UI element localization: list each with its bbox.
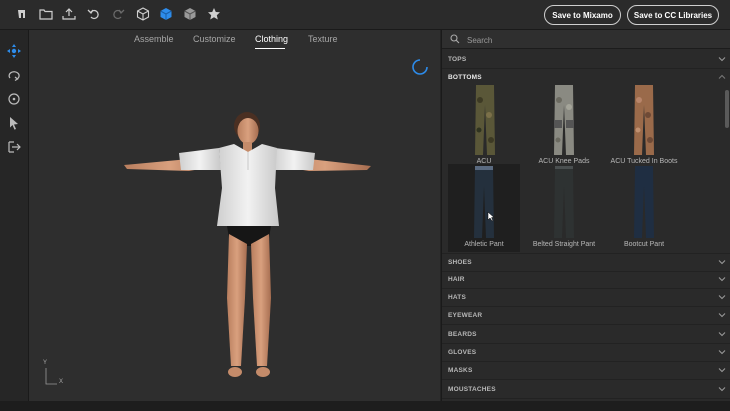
asset-panel: TOPS BOTTOMS ACU ACU Knee Pads ACU Tucke… bbox=[441, 30, 730, 401]
pants-thumbnail-icon bbox=[634, 166, 654, 238]
section-hats-label: HATS bbox=[448, 294, 467, 301]
section-masks[interactable]: MASKS bbox=[442, 362, 730, 380]
search-icon bbox=[450, 34, 460, 44]
section-tops-label: TOPS bbox=[448, 56, 467, 63]
section-beards-label: BEARDS bbox=[448, 331, 477, 338]
tab-assemble[interactable]: Assemble bbox=[134, 34, 174, 44]
redo-icon[interactable] bbox=[110, 6, 126, 22]
item-acu[interactable]: ACU bbox=[448, 81, 520, 169]
section-eyewear[interactable]: EYEWEAR bbox=[442, 307, 730, 325]
panel-scrollbar[interactable] bbox=[725, 90, 729, 128]
item-label: Athletic Pant bbox=[464, 241, 504, 248]
pants-thumbnail-icon bbox=[475, 85, 495, 155]
section-hair[interactable]: HAIR bbox=[442, 271, 730, 289]
chevron-down-icon bbox=[718, 368, 726, 373]
section-bottoms-label: BOTTOMS bbox=[448, 74, 482, 81]
pants-thumbnail-icon bbox=[634, 85, 654, 155]
section-shoes[interactable]: SHOES bbox=[442, 253, 730, 272]
pants-thumbnail-icon bbox=[554, 85, 574, 155]
pants-thumbnail-icon bbox=[474, 166, 494, 238]
tab-clothing[interactable]: Clothing bbox=[255, 34, 288, 44]
item-acu-knee-pads[interactable]: ACU Knee Pads bbox=[528, 81, 600, 169]
chevron-down-icon bbox=[718, 295, 726, 300]
select-icon[interactable] bbox=[7, 116, 21, 130]
chevron-up-icon bbox=[718, 74, 726, 79]
pants-thumbnail-icon bbox=[554, 166, 574, 238]
axis-y-label: Y bbox=[43, 360, 48, 366]
section-hats[interactable]: HATS bbox=[442, 289, 730, 307]
axis-gizmo: Y X bbox=[41, 360, 71, 388]
character-model[interactable] bbox=[119, 108, 379, 393]
section-tops[interactable]: TOPS bbox=[442, 51, 730, 69]
section-beards[interactable]: BEARDS bbox=[442, 326, 730, 344]
cube-active-icon[interactable] bbox=[158, 6, 174, 22]
search-input[interactable] bbox=[465, 33, 719, 47]
save-to-mixamo-button[interactable]: Save to Mixamo bbox=[544, 5, 621, 25]
item-label: Bootcut Pant bbox=[623, 241, 665, 248]
section-eyewear-label: EYEWEAR bbox=[448, 312, 483, 319]
status-bar bbox=[0, 401, 730, 411]
chevron-down-icon bbox=[718, 57, 726, 62]
section-masks-label: MASKS bbox=[448, 367, 473, 374]
mode-tabs: Assemble Customize Clothing Texture bbox=[29, 30, 440, 52]
orbit-icon[interactable] bbox=[7, 68, 21, 82]
loading-spinner-icon bbox=[412, 59, 428, 75]
active-tab-underline bbox=[255, 48, 285, 49]
section-moustaches-label: MOUSTACHES bbox=[448, 386, 496, 393]
tab-customize[interactable]: Customize bbox=[193, 34, 236, 44]
chevron-down-icon bbox=[718, 277, 726, 282]
axis-x-label: X bbox=[59, 379, 64, 385]
save-to-cc-libraries-button[interactable]: Save to CC Libraries bbox=[627, 5, 719, 25]
section-gloves[interactable]: GLOVES bbox=[442, 344, 730, 362]
chevron-down-icon bbox=[718, 313, 726, 318]
rotate-icon[interactable] bbox=[7, 92, 21, 106]
chevron-down-icon bbox=[718, 332, 726, 337]
axis-gizmo-icon bbox=[45, 368, 57, 385]
top-toolbar: Save to Mixamo Save to CC Libraries bbox=[0, 0, 730, 30]
chevron-down-icon bbox=[718, 260, 726, 265]
cube-shaded-icon[interactable] bbox=[182, 6, 198, 22]
section-gloves-label: GLOVES bbox=[448, 349, 477, 356]
search-bar bbox=[442, 30, 730, 49]
item-belted-straight-pant[interactable]: Belted Straight Pant bbox=[528, 164, 600, 252]
mouse-cursor-icon bbox=[487, 211, 495, 222]
folder-icon[interactable] bbox=[38, 6, 54, 22]
section-shoes-label: SHOES bbox=[448, 259, 472, 266]
upload-icon[interactable] bbox=[61, 6, 77, 22]
star-icon[interactable] bbox=[206, 6, 222, 22]
section-hair-label: HAIR bbox=[448, 276, 465, 283]
item-athletic-pant[interactable]: Athletic Pant bbox=[448, 164, 520, 252]
tab-texture[interactable]: Texture bbox=[308, 34, 338, 44]
section-moustaches[interactable]: MOUSTACHES bbox=[442, 381, 730, 399]
item-acu-tucked-in-boots[interactable]: ACU Tucked In Boots bbox=[608, 81, 680, 169]
3d-viewport[interactable]: Assemble Customize Clothing Texture Y X bbox=[29, 30, 440, 401]
item-bootcut-pant[interactable]: Bootcut Pant bbox=[608, 164, 680, 252]
export-icon[interactable] bbox=[7, 140, 21, 154]
chevron-down-icon bbox=[718, 350, 726, 355]
chevron-down-icon bbox=[718, 387, 726, 392]
left-tool-strip bbox=[0, 30, 29, 401]
item-label: Belted Straight Pant bbox=[532, 241, 596, 248]
undo-icon[interactable] bbox=[86, 6, 102, 22]
logo-icon[interactable] bbox=[15, 6, 31, 22]
cube-outline-icon[interactable] bbox=[135, 6, 151, 22]
move-icon[interactable] bbox=[7, 44, 21, 58]
